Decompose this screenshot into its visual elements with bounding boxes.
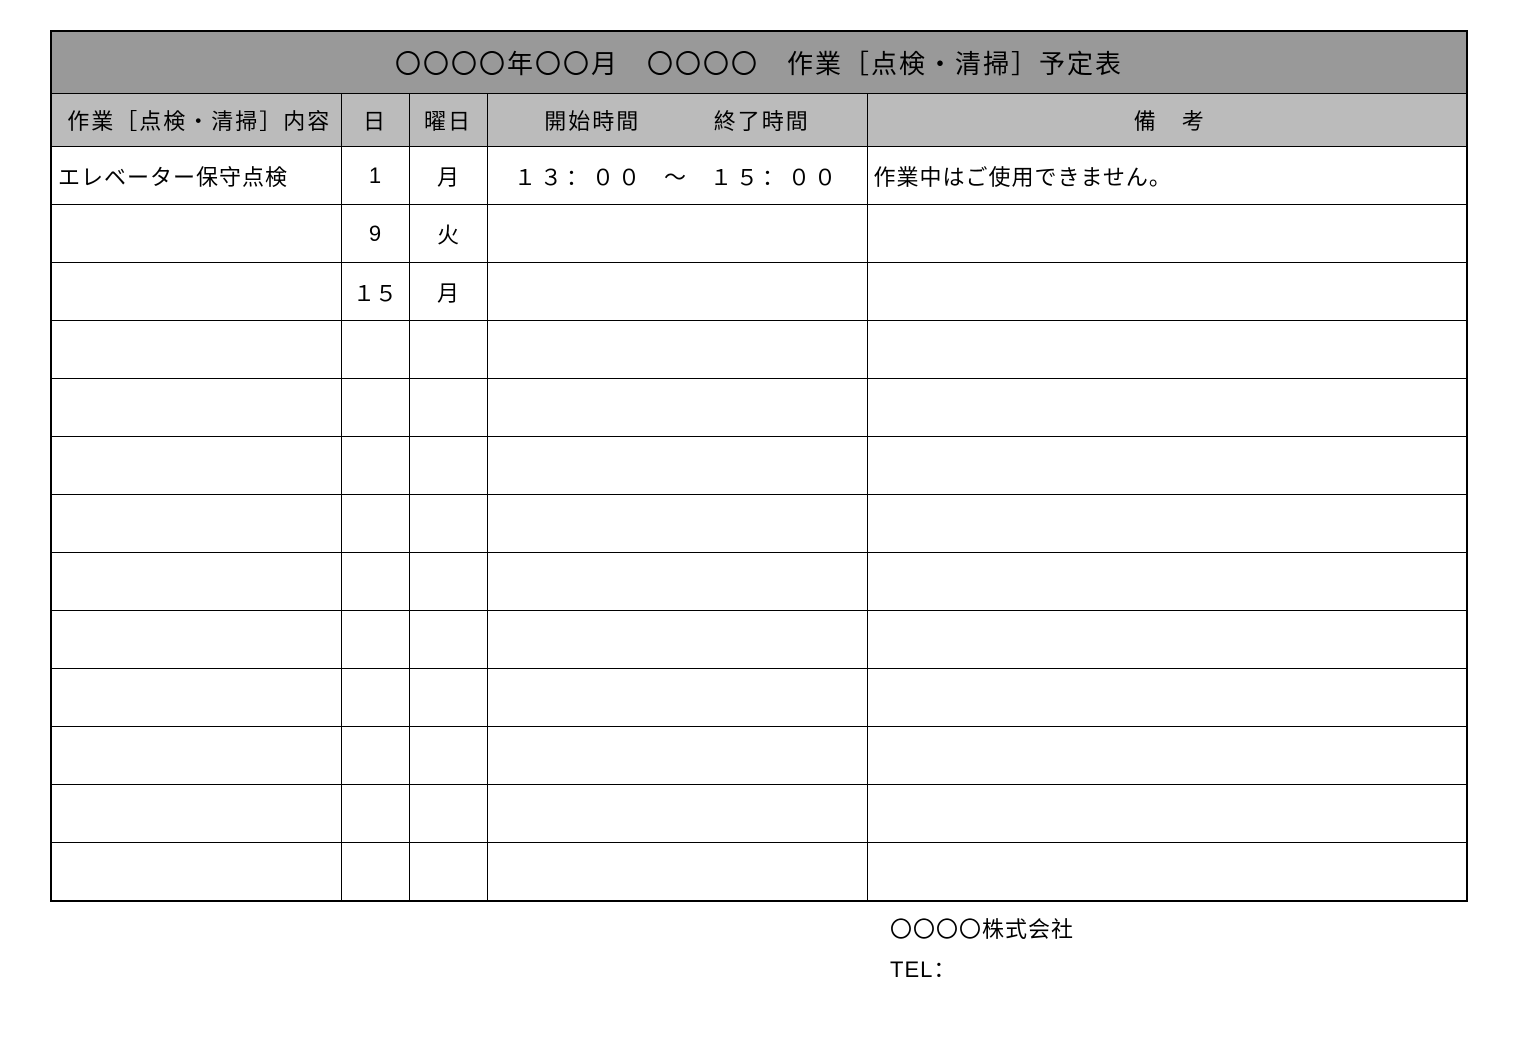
cell-time: １３：００ ～ １５：００	[487, 147, 867, 205]
cell-day	[341, 785, 409, 843]
table-row	[51, 495, 1467, 553]
document-title: 〇〇〇〇年〇〇月 〇〇〇〇 作業［点検・清掃］予定表	[51, 31, 1467, 94]
cell-day	[341, 379, 409, 437]
cell-time	[487, 263, 867, 321]
header-time: 開始時間 終了時間	[487, 94, 867, 147]
cell-day	[341, 437, 409, 495]
cell-weekday	[409, 379, 487, 437]
cell-content: エレベーター保守点検	[51, 147, 341, 205]
table-row	[51, 379, 1467, 437]
table-row	[51, 437, 1467, 495]
cell-day	[341, 553, 409, 611]
cell-weekday	[409, 727, 487, 785]
cell-weekday	[409, 785, 487, 843]
cell-content	[51, 669, 341, 727]
header-remarks: 備 考	[867, 94, 1467, 147]
cell-remarks	[867, 379, 1467, 437]
cell-remarks	[867, 727, 1467, 785]
header-day: 日	[341, 94, 409, 147]
table-row	[51, 843, 1467, 901]
cell-weekday	[409, 437, 487, 495]
footer: 〇〇〇〇株式会社 TEL：	[50, 912, 1468, 984]
cell-content	[51, 263, 341, 321]
header-row: 作業［点検・清掃］内容 日 曜日 開始時間 終了時間 備 考	[51, 94, 1467, 147]
cell-content	[51, 843, 341, 901]
footer-company: 〇〇〇〇株式会社	[890, 912, 1468, 944]
cell-weekday	[409, 843, 487, 901]
cell-day: 1	[341, 147, 409, 205]
cell-day	[341, 843, 409, 901]
cell-remarks	[867, 437, 1467, 495]
cell-start-time: １３：００	[514, 160, 644, 192]
header-content: 作業［点検・清掃］内容	[51, 94, 341, 147]
table-row	[51, 727, 1467, 785]
header-weekday: 曜日	[409, 94, 487, 147]
cell-weekday: 月	[409, 263, 487, 321]
cell-time	[487, 379, 867, 437]
cell-time	[487, 495, 867, 553]
cell-remarks	[867, 843, 1467, 901]
cell-remarks	[867, 611, 1467, 669]
cell-day	[341, 669, 409, 727]
cell-day: 9	[341, 205, 409, 263]
cell-day	[341, 727, 409, 785]
cell-content	[51, 205, 341, 263]
table-row: １５ 月	[51, 263, 1467, 321]
table-row	[51, 611, 1467, 669]
cell-time	[487, 785, 867, 843]
table-row	[51, 553, 1467, 611]
cell-weekday	[409, 553, 487, 611]
cell-time	[487, 727, 867, 785]
cell-content	[51, 785, 341, 843]
cell-day	[341, 611, 409, 669]
cell-remarks	[867, 205, 1467, 263]
cell-content	[51, 495, 341, 553]
cell-time	[487, 553, 867, 611]
cell-time	[487, 611, 867, 669]
cell-content	[51, 727, 341, 785]
table-row: エレベーター保守点検 1 月 １３：００ ～ １５：００ 作業中はご使用できませ…	[51, 147, 1467, 205]
cell-remarks	[867, 495, 1467, 553]
cell-time	[487, 843, 867, 901]
cell-weekday	[409, 611, 487, 669]
cell-end-time: １５：００	[710, 160, 840, 192]
cell-time	[487, 321, 867, 379]
cell-content	[51, 553, 341, 611]
cell-remarks	[867, 263, 1467, 321]
cell-remarks: 作業中はご使用できません。	[867, 147, 1467, 205]
cell-time	[487, 669, 867, 727]
schedule-table: 〇〇〇〇年〇〇月 〇〇〇〇 作業［点検・清掃］予定表 作業［点検・清掃］内容 日…	[50, 30, 1468, 902]
header-end-time: 終了時間	[714, 104, 810, 136]
footer-tel: TEL：	[890, 952, 1468, 984]
cell-time	[487, 205, 867, 263]
cell-day	[341, 495, 409, 553]
cell-remarks	[867, 321, 1467, 379]
cell-remarks	[867, 785, 1467, 843]
cell-remarks	[867, 553, 1467, 611]
cell-tilde: ～	[664, 160, 690, 192]
table-row	[51, 785, 1467, 843]
cell-weekday: 月	[409, 147, 487, 205]
table-row	[51, 669, 1467, 727]
cell-weekday	[409, 669, 487, 727]
table-row	[51, 321, 1467, 379]
cell-day	[341, 321, 409, 379]
table-row: 9 火	[51, 205, 1467, 263]
cell-weekday: 火	[409, 205, 487, 263]
cell-weekday	[409, 321, 487, 379]
header-start-time: 開始時間	[544, 104, 640, 136]
cell-content	[51, 437, 341, 495]
cell-content	[51, 379, 341, 437]
cell-remarks	[867, 669, 1467, 727]
cell-weekday	[409, 495, 487, 553]
cell-time	[487, 437, 867, 495]
cell-day: １５	[341, 263, 409, 321]
cell-content	[51, 611, 341, 669]
title-row: 〇〇〇〇年〇〇月 〇〇〇〇 作業［点検・清掃］予定表	[51, 31, 1467, 94]
cell-content	[51, 321, 341, 379]
